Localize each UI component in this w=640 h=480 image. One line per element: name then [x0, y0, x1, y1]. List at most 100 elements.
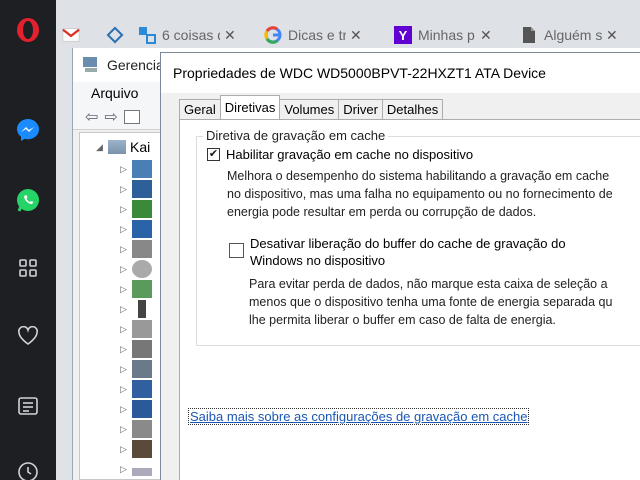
opera-logo-icon[interactable] [14, 16, 42, 44]
device-manager-icon [81, 54, 101, 77]
tree-item[interactable]: ▷ [120, 339, 152, 359]
dialog-body: Geral Diretivas Volumes Driver Detalhes … [161, 93, 640, 480]
browser-tab[interactable] [62, 22, 86, 48]
disable-buffer-flush-checkbox[interactable] [229, 243, 244, 258]
tab-volumes[interactable]: Volumes [279, 99, 340, 119]
browser-tab[interactable]: 6 coisas q ✕ [138, 22, 246, 48]
collapsed-arrow-icon[interactable]: ▷ [120, 164, 132, 175]
enable-write-cache-label[interactable]: Habilitar gravação em cache no dispositi… [226, 147, 473, 162]
tree-item[interactable]: ▷ [120, 359, 152, 379]
expanded-arrow-icon[interactable]: ◢ [96, 142, 108, 153]
tree-item[interactable]: ▷ [120, 439, 152, 459]
apps-grid-icon[interactable] [14, 254, 42, 282]
tab-detalhes[interactable]: Detalhes [381, 99, 444, 119]
collapsed-arrow-icon[interactable]: ▷ [120, 304, 132, 315]
properties-icon[interactable] [123, 109, 140, 124]
desc-line: menos que o dispositivo tenha uma fonte … [249, 295, 613, 309]
disable-buffer-flush-option[interactable]: Desativar liberação do buffer do cache d… [229, 235, 566, 269]
browser-tab[interactable]: Dicas e tr ✕ [264, 22, 376, 48]
enable-write-cache-description: Melhora o desempenho do sistema habilita… [227, 167, 613, 221]
dialog-title[interactable]: Propriedades de WDC WD5000BPVT-22HXZT1 A… [161, 53, 640, 93]
collapsed-arrow-icon[interactable]: ▷ [120, 204, 132, 215]
close-icon[interactable]: ✕ [606, 27, 618, 44]
tab-title: Minhas p [418, 27, 475, 43]
gmail-icon [62, 26, 80, 44]
desc-line: Melhora o desempenho do sistema habilita… [227, 169, 610, 183]
collapsed-arrow-icon[interactable]: ▷ [120, 264, 132, 275]
desc-line: Para evitar perda de dados, não marque e… [249, 277, 608, 291]
tree-root[interactable]: ◢ Kai [96, 137, 150, 157]
google-icon [264, 26, 282, 44]
monitor-icon [132, 180, 152, 198]
printer-icon [132, 340, 152, 358]
menu-arquivo[interactable]: Arquivo [91, 85, 138, 101]
collapsed-arrow-icon[interactable]: ▷ [120, 324, 132, 335]
learn-more-link[interactable]: Saiba mais sobre as configurações de gra… [188, 408, 530, 425]
device-tree: ◢ Kai ▷ ▷ ▷ ▷ ▷ ▷ ▷ ▷ ▷ ▷ ▷ ▷ ▷ ▷ ▷ ▷ [79, 132, 161, 480]
messenger-icon[interactable] [14, 116, 42, 144]
collapsed-arrow-icon[interactable]: ▷ [120, 464, 132, 475]
tab-strip: Geral Diretivas Volumes Driver Detalhes [179, 95, 444, 119]
label-line: Desativar liberação do buffer do cache d… [250, 236, 566, 251]
document-icon [520, 26, 538, 44]
close-icon[interactable]: ✕ [480, 27, 492, 44]
collapsed-arrow-icon[interactable]: ▷ [120, 424, 132, 435]
port-icon [132, 360, 152, 378]
browser-tab[interactable] [106, 22, 130, 48]
disable-buffer-flush-description: Para evitar perda de dados, não marque e… [249, 275, 612, 329]
tree-item[interactable]: ▷ [120, 419, 152, 439]
enable-write-cache-option[interactable]: ✔ Habilitar gravação em cache no disposi… [207, 147, 473, 162]
tab-diretivas[interactable]: Diretivas [219, 95, 281, 119]
drive-icon [132, 468, 152, 476]
history-clock-icon[interactable] [14, 458, 42, 480]
computer-icon [108, 140, 126, 154]
collapsed-arrow-icon[interactable]: ▷ [120, 364, 132, 375]
tab-title: Dicas e tr [288, 27, 346, 43]
monitor-icon [132, 400, 152, 418]
tree-item[interactable]: ▷ [120, 239, 152, 259]
browser-tab[interactable]: Y Minhas p ✕ [394, 22, 506, 48]
cd-drive-icon [132, 260, 152, 278]
tree-item[interactable]: ▷ [120, 459, 152, 479]
tree-item[interactable]: ▷ [120, 399, 152, 419]
heart-icon[interactable] [14, 322, 42, 350]
tree-item[interactable]: ▷ [120, 299, 152, 319]
tree-item[interactable]: ▷ [120, 179, 152, 199]
disable-buffer-flush-label[interactable]: Desativar liberação do buffer do cache d… [250, 235, 566, 269]
close-icon[interactable]: ✕ [224, 27, 236, 44]
tree-item[interactable]: ▷ [120, 379, 152, 399]
tab-driver[interactable]: Driver [338, 99, 383, 119]
back-arrow-icon[interactable]: ⇦ [85, 107, 98, 127]
tree-item[interactable]: ▷ [120, 279, 152, 299]
keyboard-icon [132, 320, 152, 338]
device-category-icon [132, 160, 152, 178]
collapsed-arrow-icon[interactable]: ▷ [120, 404, 132, 415]
link-icon [138, 26, 156, 44]
collapsed-arrow-icon[interactable]: ▷ [120, 344, 132, 355]
browser-tab[interactable]: Alguém s ✕ [520, 22, 636, 48]
storage-icon [132, 420, 152, 438]
opera-sidebar [0, 0, 56, 480]
tab-geral[interactable]: Geral [179, 99, 221, 119]
collapsed-arrow-icon[interactable]: ▷ [120, 384, 132, 395]
collapsed-arrow-icon[interactable]: ▷ [120, 244, 132, 255]
desc-line: lhe permita liberar o buffer em caso de … [249, 313, 556, 327]
collapsed-arrow-icon[interactable]: ▷ [120, 184, 132, 195]
tree-item[interactable]: ▷ [120, 319, 152, 339]
tree-item[interactable]: ▷ [120, 159, 152, 179]
collapsed-arrow-icon[interactable]: ▷ [120, 284, 132, 295]
desc-line: energia pode resultar em perda ou corrup… [227, 205, 537, 219]
tree-item[interactable]: ▷ [120, 259, 152, 279]
cache-policy-group: Diretiva de gravação em cache ✔ Habilita… [196, 128, 640, 346]
enable-write-cache-checkbox[interactable]: ✔ [207, 148, 220, 161]
whatsapp-icon[interactable] [14, 186, 42, 214]
tab-page-diretivas: Diretiva de gravação em cache ✔ Habilita… [179, 119, 640, 480]
news-icon[interactable] [14, 392, 42, 420]
close-icon[interactable]: ✕ [350, 27, 362, 44]
tab-title: Alguém s [544, 27, 602, 43]
forward-arrow-icon[interactable]: ⇨ [104, 107, 117, 127]
tree-item[interactable]: ▷ [120, 199, 152, 219]
collapsed-arrow-icon[interactable]: ▷ [120, 224, 132, 235]
tree-item[interactable]: ▷ [120, 219, 152, 239]
collapsed-arrow-icon[interactable]: ▷ [120, 444, 132, 455]
